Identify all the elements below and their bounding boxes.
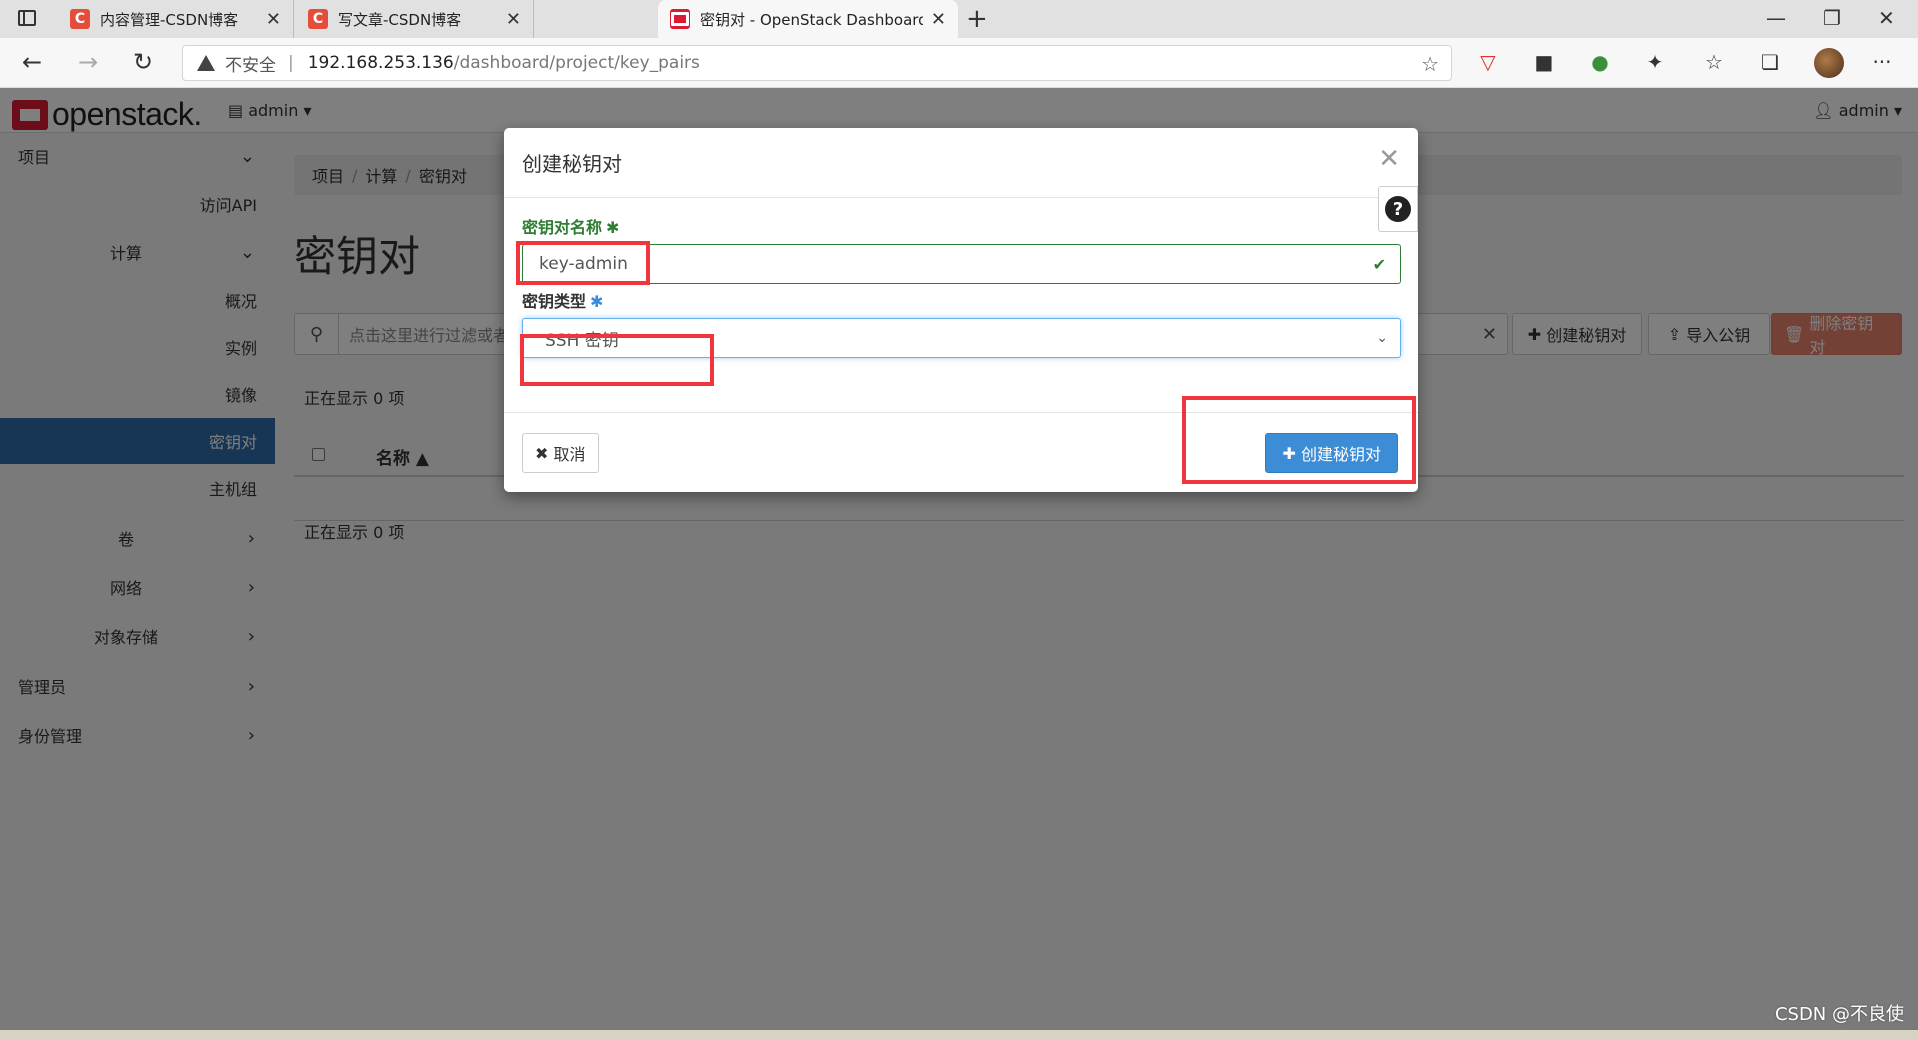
downloader-extension-icon[interactable]: ● xyxy=(1588,50,1612,74)
url-separator: | xyxy=(288,53,294,73)
minimize-button[interactable]: — xyxy=(1766,6,1786,30)
extensions-puzzle-icon[interactable]: ✦ xyxy=(1643,50,1667,74)
browser-tab-content-mgmt[interactable]: C 内容管理-CSDN博客 ✕ xyxy=(58,0,294,38)
help-button[interactable]: ? xyxy=(1378,186,1418,232)
browser-tab-write-article[interactable]: C 写文章-CSDN博客 ✕ xyxy=(296,0,534,38)
tab-title: 内容管理-CSDN博客 xyxy=(100,10,239,29)
x-icon: ✖ xyxy=(535,443,554,463)
input-value: key-admin xyxy=(539,254,628,274)
csdn-favicon-icon: C xyxy=(308,9,328,29)
close-icon[interactable]: ✕ xyxy=(1378,144,1400,174)
forward-button[interactable]: → xyxy=(78,48,98,76)
required-icon: ✱ xyxy=(590,292,604,311)
help-icon: ? xyxy=(1385,196,1411,222)
collections-icon[interactable]: ❏ xyxy=(1758,50,1782,74)
close-icon[interactable]: ✕ xyxy=(931,9,946,30)
extension-icon[interactable]: ■ xyxy=(1532,50,1556,74)
select-value: SSH 密钥 xyxy=(545,330,619,351)
new-tab-button[interactable]: + xyxy=(966,4,988,34)
chevron-down-icon: ⌄ xyxy=(1376,330,1388,346)
reload-button[interactable]: ↻ xyxy=(133,48,153,76)
url-host: 192.168.253.136 xyxy=(307,53,454,73)
cancel-button[interactable]: ✖ 取消 xyxy=(522,433,599,473)
keypair-name-label: 密钥对名称 ✱ xyxy=(522,214,619,238)
address-bar[interactable]: 不安全 | 192.168.253.136/dashboard/project/… xyxy=(182,45,1452,81)
create-keypair-modal: 创建秘钥对 ✕ ? 密钥对名称 ✱ key-admin ✔ 密钥类型 ✱ SSH 密… xyxy=(504,128,1418,492)
favorites-icon[interactable]: ☆ xyxy=(1702,50,1726,74)
profile-avatar[interactable] xyxy=(1814,48,1844,78)
back-button[interactable]: ← xyxy=(22,48,42,76)
url-path: /dashboard/project/key_pairs xyxy=(453,53,700,73)
tab-title: 密钥对 - OpenStack Dashboard xyxy=(700,10,923,29)
browser-toolbar: ← → ↻ 不安全 | 192.168.253.136/dashboard/pr… xyxy=(0,38,1918,88)
button-label: 取消 xyxy=(553,445,586,464)
keypair-name-input[interactable]: key-admin ✔ xyxy=(522,244,1401,284)
keypair-type-label: 密钥类型 ✱ xyxy=(522,288,603,312)
browser-tab-openstack[interactable]: 密钥对 - OpenStack Dashboard ✕ xyxy=(658,0,958,38)
label-text: 密钥对名称 xyxy=(522,218,603,237)
tab-actions-icon[interactable] xyxy=(18,10,36,26)
tab-title: 写文章-CSDN博客 xyxy=(338,10,462,29)
modal-header: 创建秘钥对 ✕ xyxy=(504,128,1418,198)
add-favorite-icon[interactable]: ☆ xyxy=(1421,52,1439,76)
warning-icon xyxy=(197,55,215,71)
button-label: 创建秘钥对 xyxy=(1300,445,1381,464)
checkmark-icon: ✔ xyxy=(1372,254,1386,274)
keypair-type-select[interactable]: SSH 密钥 ⌄ xyxy=(522,318,1401,358)
label-text: 密钥类型 xyxy=(522,292,587,311)
plus-icon: ✚ xyxy=(1282,443,1301,463)
browser-tab-bar: C 内容管理-CSDN博客 ✕ C 写文章-CSDN博客 ✕ 密钥对 - Ope… xyxy=(0,0,1918,38)
close-icon[interactable]: ✕ xyxy=(266,9,281,30)
insecure-label: 不安全 xyxy=(225,55,276,76)
modal-title: 创建秘钥对 xyxy=(522,152,622,176)
close-icon[interactable]: ✕ xyxy=(506,9,521,30)
csdn-favicon-icon: C xyxy=(70,9,90,29)
modal-footer: ✖ 取消 ✚ 创建秘钥对 xyxy=(504,412,1418,492)
openstack-favicon-icon xyxy=(670,9,690,29)
submit-create-keypair-button[interactable]: ✚ 创建秘钥对 xyxy=(1265,433,1398,473)
taskbar-strip xyxy=(0,1030,1918,1039)
more-menu-button[interactable]: ··· xyxy=(1870,50,1894,74)
openstack-page: openstack. ▤ admin ▾ 👤︎ admin ▾ 项目 ⌄ 访问A… xyxy=(0,88,1918,1039)
close-window-button[interactable]: ✕ xyxy=(1878,6,1895,30)
watermark: CSDN @不良使 xyxy=(1774,1004,1904,1025)
pocket-extension-icon[interactable]: ▽ xyxy=(1476,50,1500,74)
required-icon: ✱ xyxy=(606,218,620,237)
restore-button[interactable]: ❐ xyxy=(1823,6,1841,30)
